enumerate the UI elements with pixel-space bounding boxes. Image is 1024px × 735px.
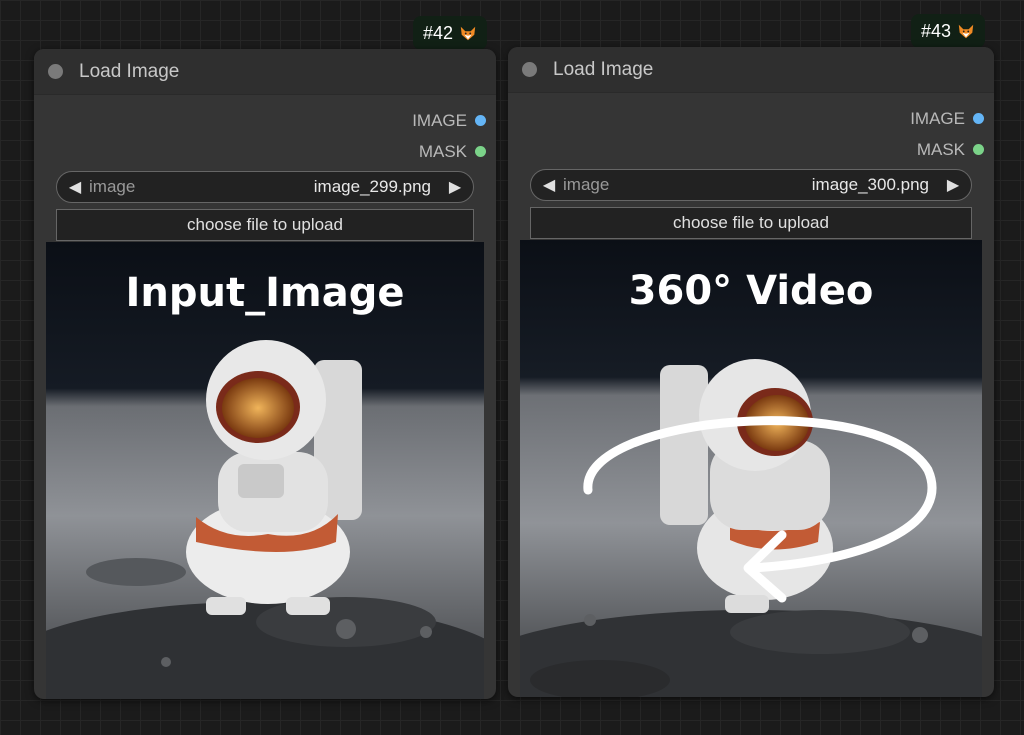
upload-button[interactable]: choose file to upload bbox=[56, 209, 474, 241]
preview-caption: Input_Image bbox=[125, 270, 405, 316]
output-image[interactable]: IMAGE bbox=[508, 103, 994, 134]
image-preview: Input_Image bbox=[46, 242, 484, 699]
node-header[interactable]: Load Image bbox=[508, 47, 994, 93]
output-mask[interactable]: MASK bbox=[508, 134, 994, 165]
socket-icon[interactable] bbox=[973, 113, 984, 124]
socket-icon[interactable] bbox=[973, 144, 984, 155]
node-title: Load Image bbox=[79, 60, 180, 82]
output-label: MASK bbox=[418, 141, 467, 161]
node-id-badge: #42 bbox=[413, 16, 488, 50]
output-image[interactable]: IMAGE bbox=[34, 105, 496, 136]
fox-icon bbox=[958, 24, 974, 39]
node-id: #42 bbox=[423, 22, 454, 43]
socket-icon[interactable] bbox=[475, 146, 486, 157]
combo-label: image bbox=[563, 175, 610, 194]
combo-value[interactable]: image_299.png bbox=[314, 177, 431, 197]
node-id-badge: #43 bbox=[911, 14, 986, 48]
triangle-right-icon[interactable]: ▶ bbox=[945, 175, 961, 195]
collapse-dot-icon[interactable] bbox=[48, 64, 63, 79]
node-header[interactable]: Load Image bbox=[34, 49, 496, 95]
triangle-right-icon[interactable]: ▶ bbox=[447, 177, 463, 197]
socket-icon[interactable] bbox=[475, 115, 486, 126]
output-label: MASK bbox=[916, 139, 965, 159]
triangle-left-icon[interactable]: ◀ bbox=[67, 177, 83, 197]
image-preview: 360° Video bbox=[520, 240, 982, 697]
fox-icon bbox=[460, 26, 476, 41]
load-image-node[interactable]: Load Image IMAGE MASK ◀ image image_299.… bbox=[34, 49, 496, 699]
combo-value[interactable]: image_300.png bbox=[812, 175, 929, 195]
preview-caption: 360° Video bbox=[628, 268, 874, 314]
output-mask[interactable]: MASK bbox=[34, 136, 496, 167]
node-title: Load Image bbox=[553, 58, 654, 80]
image-combo[interactable]: ◀ image image_300.png ▶ bbox=[530, 169, 972, 201]
combo-label: image bbox=[89, 177, 136, 196]
output-label: IMAGE bbox=[910, 108, 965, 128]
triangle-left-icon[interactable]: ◀ bbox=[541, 175, 557, 195]
load-image-node[interactable]: Load Image IMAGE MASK ◀ image image_300.… bbox=[508, 47, 994, 697]
upload-button[interactable]: choose file to upload bbox=[530, 207, 972, 239]
collapse-dot-icon[interactable] bbox=[522, 62, 537, 77]
output-label: IMAGE bbox=[412, 110, 467, 130]
image-combo[interactable]: ◀ image image_299.png ▶ bbox=[56, 171, 474, 203]
node-id: #43 bbox=[921, 20, 952, 41]
